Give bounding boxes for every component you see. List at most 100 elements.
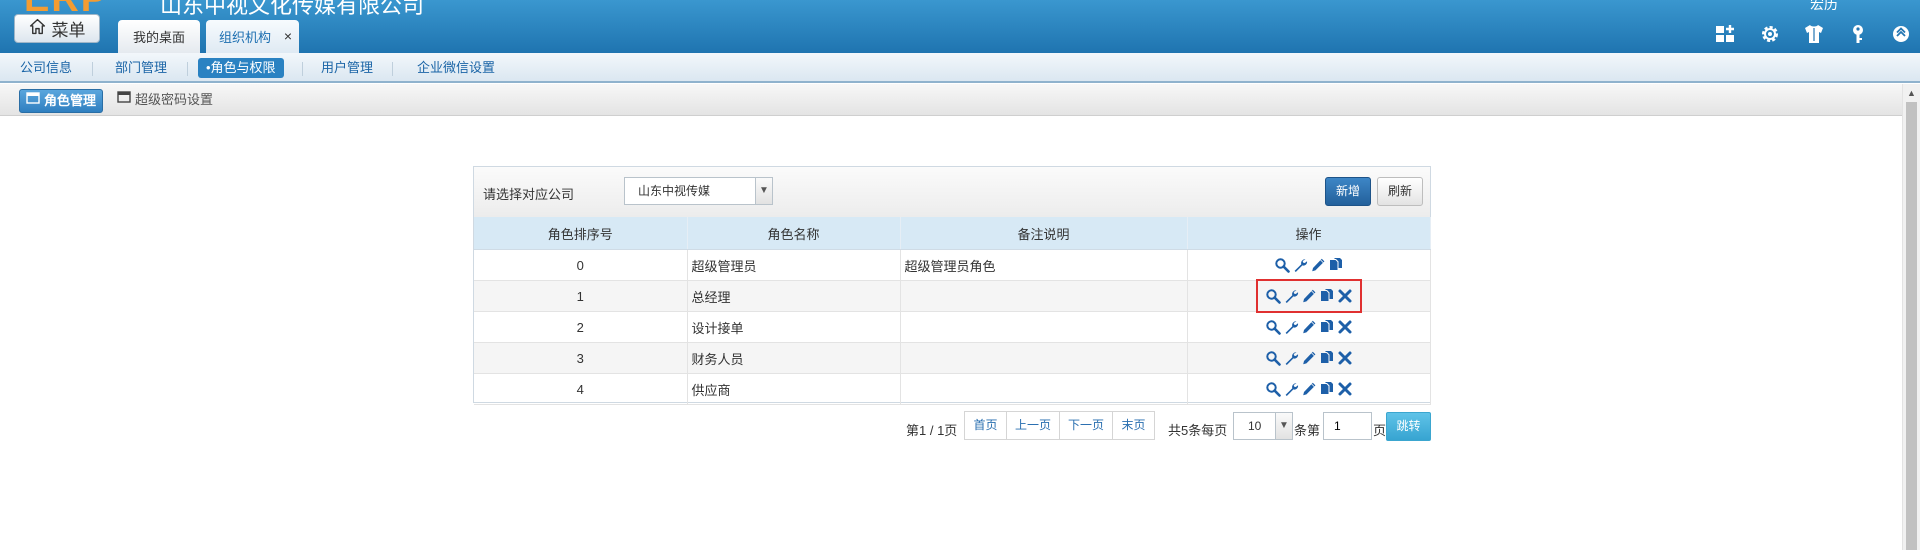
search-icon[interactable] (1265, 319, 1281, 336)
vertical-scrollbar[interactable]: ▲ (1902, 84, 1920, 550)
pencil-icon[interactable] (1310, 257, 1326, 273)
copy-icon[interactable] (1319, 350, 1335, 366)
nav-divider (92, 62, 93, 76)
shirt-icon[interactable] (1803, 23, 1825, 45)
nav-divider (392, 62, 393, 76)
grid-add-icon[interactable] (1714, 23, 1736, 45)
role-name: 超级管理员 (687, 249, 901, 281)
page-size-select[interactable]: 10 ▼ (1233, 412, 1293, 440)
role-actions (1187, 279, 1431, 314)
wrench-icon[interactable] (1283, 319, 1299, 335)
role-note (900, 311, 1188, 343)
role-order: 1 (474, 280, 688, 312)
role-order: 0 (474, 249, 688, 281)
column-header: 备注说明 (900, 217, 1188, 250)
copy-icon[interactable] (1319, 319, 1335, 335)
subtab-role-manage[interactable]: 角色管理 (19, 89, 104, 113)
table-row: 3 财务人员 (474, 342, 1431, 374)
nav-item-roles-permissions[interactable]: •角色与权限 (198, 58, 284, 78)
page-suffix-label: 页 (1373, 423, 1387, 438)
role-order: 3 (474, 342, 688, 374)
role-note (900, 342, 1188, 374)
wrench-icon[interactable] (1283, 288, 1299, 304)
copy-icon[interactable] (1319, 381, 1335, 397)
company-select-label: 请选择对应公司 (483, 187, 575, 202)
page-size-value: 10 (1248, 419, 1262, 433)
close-icon[interactable]: × (284, 29, 292, 43)
last-page-button[interactable]: 末页 (1112, 411, 1155, 440)
panel-toolbar: 请选择对应公司 山东中视传媒 ▼ 新增 刷新 (474, 167, 1430, 218)
window-icon (117, 89, 131, 111)
nav-item-departments[interactable]: 部门管理 (115, 58, 167, 78)
search-icon[interactable] (1274, 257, 1290, 274)
add-button[interactable]: 新增 (1325, 177, 1371, 206)
table-row: 4 供应商 (474, 373, 1431, 405)
wrench-icon[interactable] (1283, 350, 1299, 366)
refresh-button[interactable]: 刷新 (1377, 177, 1423, 206)
nav-divider (187, 62, 188, 76)
copy-icon[interactable] (1328, 257, 1344, 273)
goto-label: 条第 (1294, 423, 1321, 438)
role-note (900, 373, 1188, 405)
pencil-icon[interactable] (1301, 319, 1317, 335)
nav-item-wechat-settings[interactable]: 企业微信设置 (417, 58, 495, 78)
search-icon[interactable] (1265, 288, 1281, 305)
role-table: 角色排序号 角色名称 备注说明 操作 0 超级管理员 超级管理员角色 1 总经理… (474, 217, 1431, 405)
tab-my-desktop[interactable]: 我的桌面 (118, 20, 200, 53)
action-icons (1265, 381, 1353, 398)
scroll-thumb[interactable] (1906, 102, 1917, 550)
nav-item-company-info[interactable]: 公司信息 (20, 58, 72, 78)
wrench-icon[interactable] (1283, 381, 1299, 397)
role-actions (1187, 311, 1431, 343)
page-number-input[interactable] (1323, 412, 1372, 440)
column-header: 角色名称 (687, 217, 901, 250)
jump-button[interactable]: 跳转 (1386, 412, 1431, 441)
copy-icon[interactable] (1319, 288, 1335, 304)
menu-button[interactable]: 菜单 (14, 14, 100, 43)
home-icon (29, 18, 46, 40)
nav-item-users[interactable]: 用户管理 (321, 58, 373, 78)
search-icon[interactable] (1265, 381, 1281, 398)
tab-label: 我的桌面 (132, 30, 185, 45)
prev-page-button[interactable]: 上一页 (1006, 411, 1060, 440)
table-row: 1 总经理 (474, 279, 1431, 314)
company-select-value: 山东中视传媒 (638, 184, 711, 198)
action-icons (1274, 257, 1344, 274)
role-note: 超级管理员角色 (900, 249, 1188, 281)
wrench-icon[interactable] (1292, 257, 1308, 273)
delete-icon[interactable] (1337, 288, 1353, 304)
pencil-icon[interactable] (1301, 288, 1317, 304)
key-icon[interactable] (1847, 23, 1869, 45)
tab-organization[interactable]: 组织机构 × (206, 20, 299, 53)
nav-divider (302, 62, 303, 76)
delete-icon[interactable] (1337, 350, 1353, 366)
subtab-label: 超级密码设置 (135, 92, 214, 107)
chevron-up-circle-icon[interactable] (1890, 23, 1912, 45)
first-page-button[interactable]: 首页 (964, 411, 1007, 440)
company-select[interactable]: 山东中视传媒 ▼ (624, 177, 773, 205)
gear-icon[interactable] (1759, 23, 1781, 45)
role-actions (1187, 373, 1431, 405)
role-name: 设计接单 (687, 311, 901, 343)
role-actions (1187, 342, 1431, 374)
action-icons (1265, 319, 1353, 336)
pencil-icon[interactable] (1301, 350, 1317, 366)
next-page-button[interactable]: 下一页 (1059, 411, 1113, 440)
search-icon[interactable] (1265, 350, 1281, 367)
scroll-up-arrow-icon[interactable]: ▲ (1907, 88, 1916, 98)
window-icon (26, 90, 40, 112)
action-icons (1255, 279, 1362, 314)
user-name[interactable]: 宏历 (1810, 0, 1838, 14)
total-per-page-label: 共5条每页 (1168, 423, 1228, 438)
delete-icon[interactable] (1337, 319, 1353, 335)
app-header: ERP 山东中视文化传媒有限公司 宏历 菜单 我的桌面 组织机构 × (0, 0, 1920, 53)
role-name: 供应商 (687, 373, 901, 405)
subtab-super-password[interactable]: 超级密码设置 (117, 89, 213, 111)
table-row: 2 设计接单 (474, 311, 1431, 343)
role-name: 总经理 (687, 280, 901, 312)
role-name: 财务人员 (687, 342, 901, 374)
pencil-icon[interactable] (1301, 381, 1317, 397)
chevron-down-icon: ▼ (755, 178, 772, 204)
role-panel: 请选择对应公司 山东中视传媒 ▼ 新增 刷新 角色排序号 角色名称 备注说明 操… (473, 166, 1431, 405)
delete-icon[interactable] (1337, 381, 1353, 397)
